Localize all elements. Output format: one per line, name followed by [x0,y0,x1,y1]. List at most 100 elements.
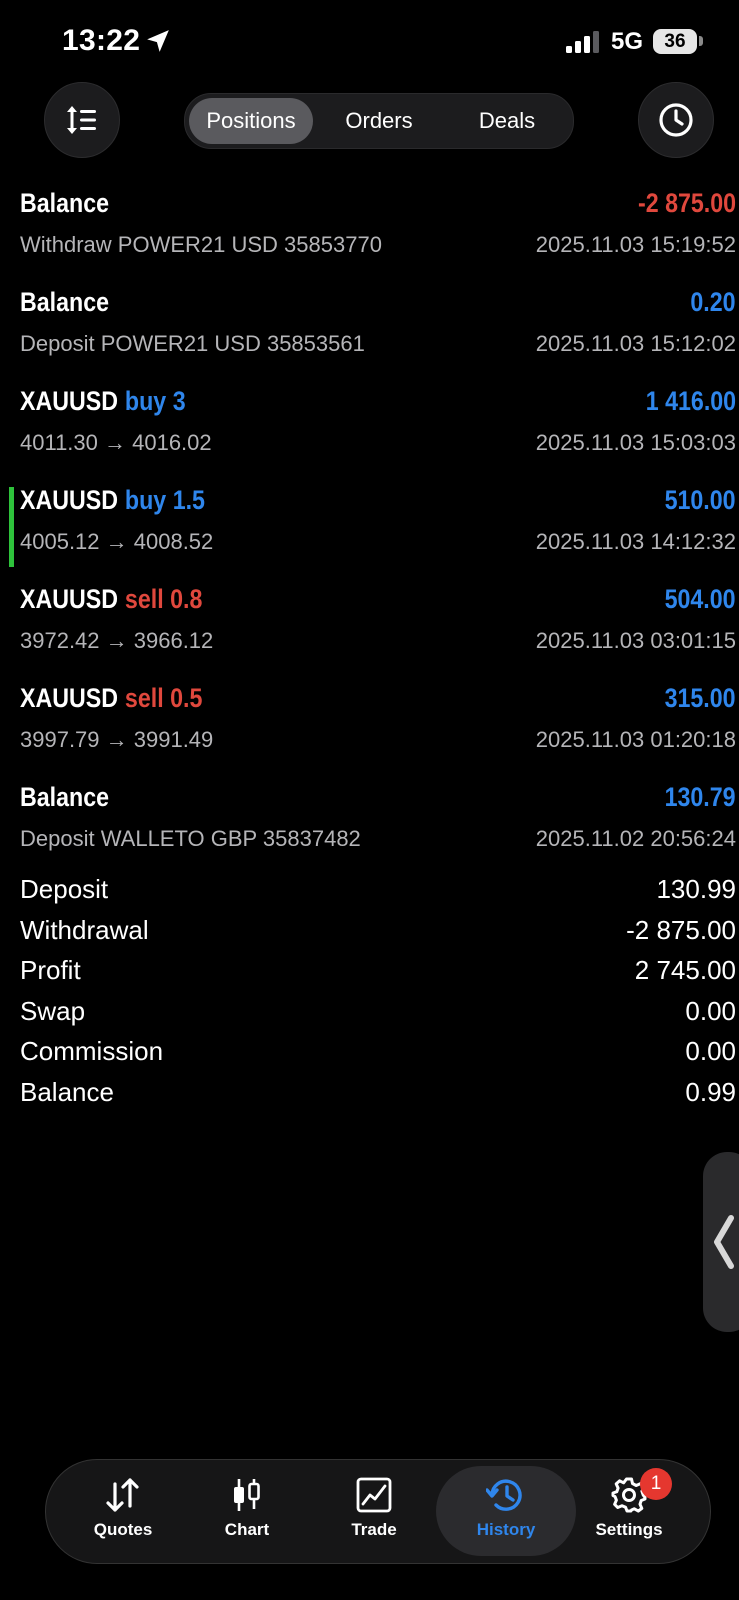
summary-commission: Commission 0.00 [0,1034,739,1075]
sort-button[interactable] [44,82,120,158]
network-label: 5G [611,28,644,55]
deal-symbol: XAUUSD [20,386,119,416]
deal-title: Balance [20,782,109,813]
deal-title: XAUUSD sell 0.8 [20,584,202,615]
deal-symbol: Balance [20,782,110,812]
segment-positions[interactable]: Positions [189,98,313,144]
deal-description: Deposit POWER21 USD 35853561 [20,331,365,356]
deal-description: Deposit WALLETO GBP 35837482 [20,826,361,851]
deal-volume: 0.8 [170,584,203,614]
chevron-left-icon [714,1215,734,1269]
side-panel-handle[interactable] [703,1152,739,1332]
summary-label: Profit [20,955,81,985]
deal-row[interactable]: XAUUSD sell 0.8 504.00 3972.42 → 3966.12 … [0,576,739,675]
deal-volume: 3 [172,386,186,416]
summary-profit: Profit 2 745.00 [0,953,739,994]
deal-symbol: XAUUSD [20,485,119,515]
summary-value: -2 875.00 [626,914,736,945]
deal-amount: 510.00 [664,485,736,515]
deal-amount: 0.20 [690,287,736,317]
deal-side: buy 3 [125,386,186,416]
summary-value: 0.99 [685,1076,736,1107]
deal-title: XAUUSD sell 0.5 [20,683,202,714]
deal-title: Balance [20,287,109,318]
trade-chart-icon [356,1477,392,1513]
period-button[interactable] [638,82,714,158]
deal-title: XAUUSD buy 1.5 [20,485,205,516]
tab-chart[interactable]: Chart [184,1466,310,1556]
deal-time: 2025.11.03 15:03:03 [535,430,736,455]
summary-balance: Balance 0.99 [0,1075,739,1116]
summary-label: Balance [20,1076,114,1107]
deal-amount: 504.00 [664,584,736,614]
tab-settings[interactable]: 1 Settings [566,1466,692,1556]
deal-time: 2025.11.03 14:12:32 [535,529,736,554]
location-arrow-icon [147,30,169,52]
deal-side: sell 0.5 [125,683,202,713]
tab-label: History [476,1520,536,1539]
deal-time: 2025.11.03 01:20:18 [535,727,736,752]
deal-time: 2025.11.03 15:12:02 [535,331,736,356]
deal-time: 2025.11.02 20:56:24 [535,826,736,851]
deal-symbol: XAUUSD [20,584,119,614]
history-icon [486,1479,522,1511]
tab-history[interactable]: History [436,1466,576,1556]
deal-row[interactable]: Balance 0.20 Deposit POWER21 USD 3585356… [0,279,739,378]
deal-side-type: buy [124,386,167,416]
deal-time: 2025.11.03 03:01:15 [535,628,736,653]
deal-time: 2025.11.03 15:19:52 [535,232,736,257]
clock-icon [659,103,693,137]
summary-label: Withdrawal [20,914,149,945]
deal-symbol: Balance [20,188,110,218]
summary-deposit: Deposit 130.99 [0,872,739,913]
summary-withdrawal: Withdrawal -2 875.00 [0,913,739,954]
segment-deals[interactable]: Deals [445,98,569,144]
summary-value: 130.99 [656,874,736,904]
summary-value: 0.00 [685,995,736,1026]
deal-description: 3997.79 → 3991.49 [20,727,214,752]
status-bar: 13:22 5G 36 [0,0,739,80]
deal-side-type: sell [124,584,164,614]
deals-list: Balance -2 875.00 Withdraw POWER21 USD 3… [0,180,739,873]
deal-amount: 1 416.00 [645,386,736,416]
battery-cap [699,36,703,46]
deal-volume: 1.5 [172,485,205,515]
deal-row[interactable]: XAUUSD buy 3 1 416.00 4011.30 → 4016.02 2… [0,378,739,477]
quotes-icon [106,1478,139,1512]
tab-label: Settings [595,1520,663,1539]
deal-volume: 0.5 [170,683,203,713]
tab-label: Trade [351,1520,397,1539]
deal-amount: -2 875.00 [637,188,736,218]
history-summary: Deposit 130.99 Withdrawal -2 875.00 Prof… [0,872,739,1115]
selected-indicator [9,487,14,567]
deal-side: buy 1.5 [125,485,205,515]
deal-description: 4005.12 → 4008.52 [20,529,214,554]
deal-title: XAUUSD buy 3 [20,386,186,417]
summary-label: Swap [20,995,86,1026]
battery-icon: 36 [653,29,697,54]
tab-trade[interactable]: Trade [311,1466,437,1556]
deal-side: sell 0.8 [125,584,202,614]
tab-quotes[interactable]: Quotes [60,1466,186,1556]
deal-amount: 315.00 [664,683,736,713]
deal-side-type: sell [124,683,164,713]
segment-orders[interactable]: Orders [317,98,441,144]
deal-row[interactable]: XAUUSD buy 1.5 510.00 4005.12 → 4008.52 2… [0,477,739,576]
deal-side-type: buy [124,485,167,515]
summary-value: 0.00 [685,1036,736,1066]
deal-row[interactable]: Balance 130.79 Deposit WALLETO GBP 35837… [0,774,739,873]
deal-title: Balance [20,188,109,219]
bottom-tab-bar: Quotes Chart Trade History 1 Settings [45,1459,711,1564]
tab-label: Chart [224,1520,270,1539]
settings-badge: 1 [640,1468,672,1500]
summary-swap: Swap 0.00 [0,994,739,1035]
signal-icon [566,31,599,53]
status-time: 13:22 [62,24,141,57]
deal-symbol: Balance [20,287,110,317]
deal-amount: 130.79 [664,782,736,812]
deal-description: 3972.42 → 3966.12 [20,628,214,653]
deal-row[interactable]: XAUUSD sell 0.5 315.00 3997.79 → 3991.49 … [0,675,739,774]
sort-icon [67,106,96,134]
deal-row[interactable]: Balance -2 875.00 Withdraw POWER21 USD 3… [0,180,739,279]
deal-symbol: XAUUSD [20,683,119,713]
